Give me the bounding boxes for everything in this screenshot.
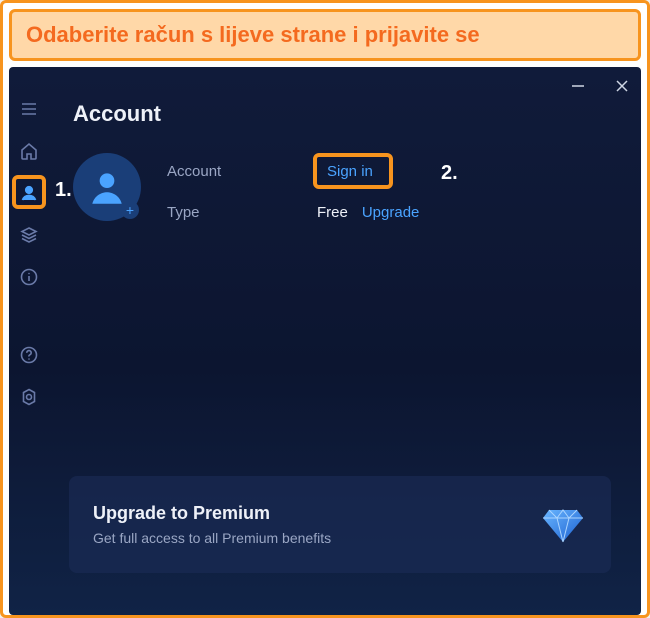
layers-icon[interactable]: [17, 223, 41, 247]
settings-icon[interactable]: [17, 385, 41, 409]
account-fields: Account Sign in Type Free Upgrade: [167, 153, 419, 221]
upgrade-link[interactable]: Upgrade: [362, 204, 420, 221]
account-icon[interactable]: [17, 181, 41, 205]
minimize-button[interactable]: [567, 75, 589, 97]
sidebar: [9, 67, 49, 615]
avatar[interactable]: +: [73, 153, 141, 221]
upgrade-promo-card[interactable]: Upgrade to Premium Get full access to al…: [69, 476, 611, 573]
type-label: Type: [167, 204, 277, 221]
home-icon[interactable]: [17, 139, 41, 163]
menu-icon[interactable]: [17, 97, 41, 121]
page-title: Account: [73, 101, 621, 127]
instruction-banner: Odaberite račun s lijeve strane i prijav…: [9, 9, 641, 61]
screenshot-frame: Odaberite račun s lijeve strane i prijav…: [0, 0, 650, 618]
account-label: Account: [167, 163, 277, 180]
instruction-text: Odaberite račun s lijeve strane i prijav…: [26, 22, 480, 47]
avatar-add-icon: +: [121, 201, 139, 219]
diamond-icon: [539, 498, 587, 551]
window-controls: [567, 75, 633, 97]
main-content: Account + Account Sign in Type Free Upgr: [73, 101, 621, 221]
promo-title: Upgrade to Premium: [93, 503, 331, 524]
help-icon[interactable]: [17, 343, 41, 367]
app-window: 1. 2. Account + Account Sign in Type: [9, 67, 641, 615]
type-value: Free: [317, 204, 348, 221]
close-button[interactable]: [611, 75, 633, 97]
signin-wrap: Sign in: [317, 157, 419, 186]
signin-link[interactable]: Sign in: [317, 157, 383, 186]
promo-subtitle: Get full access to all Premium benefits: [93, 530, 331, 546]
account-row: + Account Sign in Type Free Upgrade: [73, 153, 621, 221]
annotation-1: 1.: [55, 179, 72, 202]
info-icon[interactable]: [17, 265, 41, 289]
type-value-row: Free Upgrade: [317, 204, 419, 221]
promo-text: Upgrade to Premium Get full access to al…: [93, 503, 331, 546]
